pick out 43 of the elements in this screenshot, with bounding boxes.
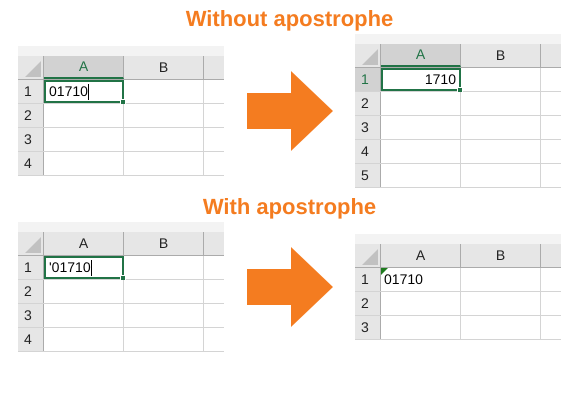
cell-text: 01710 [384,270,423,289]
row-header[interactable]: 4 [18,328,44,351]
cell-text: 1710 [424,70,456,89]
fill-handle[interactable] [457,87,463,93]
cell[interactable]: '01710 [44,256,124,279]
column-header[interactable]: B [124,56,204,79]
fill-handle[interactable] [120,99,126,105]
row-header[interactable]: 2 [18,104,44,127]
row-header[interactable]: 2 [355,292,381,315]
cell[interactable]: 01710 [44,80,124,103]
row-header[interactable]: 3 [355,116,381,139]
select-all-corner-icon[interactable] [25,237,41,253]
right-arrow-icon [246,71,332,151]
column-header[interactable]: A [44,232,124,255]
section-title: With apostrophe [202,193,376,221]
row-header[interactable]: 4 [18,152,44,175]
row-header[interactable]: 1 [18,80,44,103]
row-header[interactable]: 5 [355,164,381,187]
column-header[interactable]: A [381,244,461,267]
row-header[interactable]: 1 [355,268,381,291]
cell-text: 01710 [49,82,88,101]
right-arrow-icon [246,247,332,327]
column-header[interactable]: A [381,44,461,67]
fill-handle[interactable] [120,275,126,281]
select-all-corner-icon[interactable] [362,49,378,65]
row-header[interactable]: 2 [355,92,381,115]
cell-text: '01710 [49,258,91,277]
row-header[interactable]: 4 [355,140,381,163]
column-header[interactable]: B [461,44,541,67]
column-header[interactable]: A [44,56,124,79]
row-header[interactable]: 1 [18,256,44,279]
column-header[interactable]: B [124,232,204,255]
row-header[interactable]: 3 [355,316,381,339]
cell[interactable]: 01710 [381,268,461,291]
cell[interactable]: 1710 [381,68,461,91]
row-header[interactable]: 3 [18,128,44,151]
section-title: Without apostrophe [186,5,394,33]
select-all-corner-icon[interactable] [25,61,41,77]
row-header[interactable]: 1 [355,68,381,91]
column-header[interactable]: B [461,244,541,267]
select-all-corner-icon[interactable] [362,249,378,265]
row-header[interactable]: 3 [18,304,44,327]
row-header[interactable]: 2 [18,280,44,303]
